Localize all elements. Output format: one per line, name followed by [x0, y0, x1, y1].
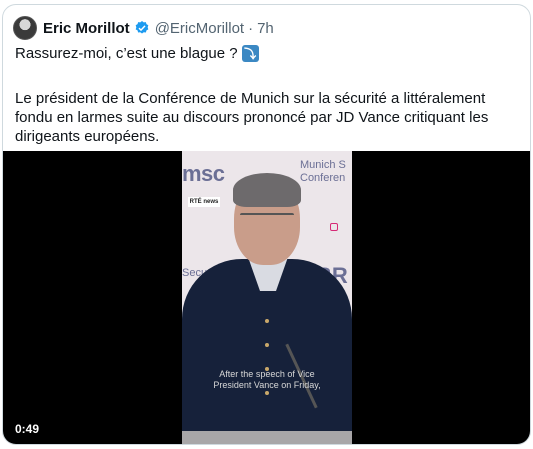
verified-badge-icon — [135, 21, 149, 34]
video-frame[interactable]: msc Munich S Conferen RTÉ news Securit B… — [182, 151, 352, 444]
msc-logo: msc — [182, 161, 225, 186]
munich-conference-text: Munich S Conferen — [300, 159, 346, 185]
tweet-header: Eric Morillot @EricMorillot · 7h — [13, 15, 274, 41]
speaker-glasses — [240, 213, 294, 225]
subtitle-line2: President Vance on Friday, — [213, 380, 321, 390]
jacket-buttons — [265, 319, 269, 415]
munich-text-line1: Munich S — [300, 159, 346, 171]
tweet-card[interactable]: Eric Morillot @EricMorillot · 7h Rassure… — [2, 4, 531, 445]
avatar[interactable] — [13, 16, 37, 40]
author-handle[interactable]: @EricMorillot — [155, 20, 244, 37]
tweet-text-line1: Rassurez-moi, c’est une blague ? ⤵ — [15, 45, 259, 62]
video-player[interactable]: msc Munich S Conferen RTÉ news Securit B… — [3, 151, 530, 444]
author-name[interactable]: Eric Morillot — [43, 20, 130, 37]
arrow-down-emoji-icon: ⤵ — [241, 45, 259, 62]
instagram-icon — [330, 223, 338, 231]
tweet-body-text: Le président de la Conférence de Munich … — [15, 90, 489, 145]
subtitle-line1: After the speech of Vice — [219, 369, 315, 379]
tweet-question: Rassurez-moi, c’est une blague ? — [15, 45, 238, 62]
speaker-hair — [233, 173, 301, 207]
video-subtitle: After the speech of Vice President Vance… — [192, 369, 342, 391]
podium — [182, 431, 352, 444]
tweet-timestamp[interactable]: 7h — [257, 20, 274, 37]
video-duration: 0:49 — [15, 422, 40, 436]
news-channel-badge: RTÉ news — [188, 197, 220, 207]
munich-text-line2: Conferen — [300, 172, 346, 184]
separator-dot: · — [248, 19, 254, 37]
